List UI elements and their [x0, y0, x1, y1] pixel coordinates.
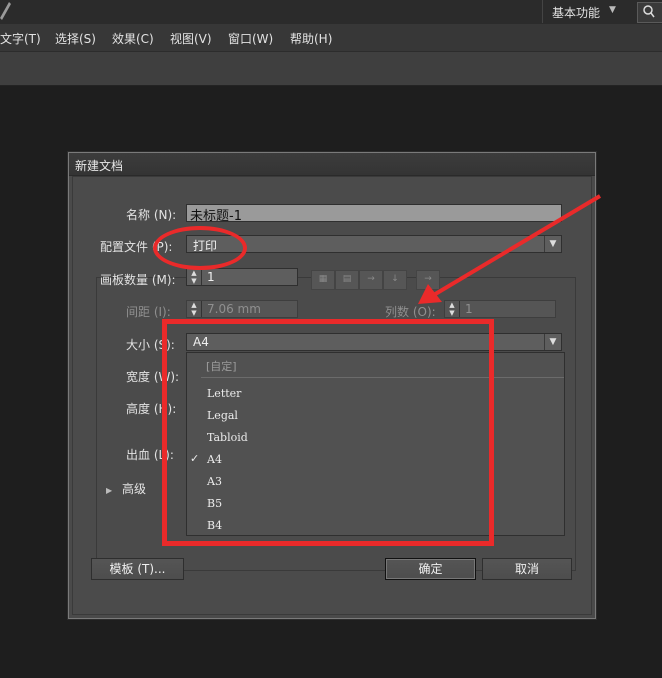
annotation-ellipse: [153, 226, 247, 270]
spacing-label: 间距 (I):: [126, 305, 171, 319]
artboards-label: 画板数量 (M):: [100, 273, 176, 287]
artboards-value: 1: [207, 270, 215, 284]
menu-type[interactable]: 文字(T): [0, 30, 41, 47]
application-titlebar: 基本功能 ▼: [0, 0, 662, 24]
spacing-value: 7.06 mm: [207, 302, 261, 316]
columns-value: 1: [465, 302, 473, 316]
stepper-arrows-icon[interactable]: ▲ ▼: [445, 301, 460, 317]
menu-view[interactable]: 视图(V): [170, 30, 212, 47]
stepper-arrows-icon[interactable]: ▲ ▼: [187, 269, 202, 285]
cancel-button[interactable]: 取消: [482, 558, 572, 580]
control-bar: [0, 52, 662, 86]
app-feather-icon: [0, 2, 11, 20]
menu-window[interactable]: 窗口(W): [228, 30, 273, 47]
menu-bar: 文字(T) 选择(S) 效果(C) 视图(V) 窗口(W) 帮助(H): [0, 24, 662, 52]
search-icon: [643, 5, 655, 18]
spacing-stepper[interactable]: ▲ ▼ 7.06 mm: [186, 300, 298, 318]
arrange-by-column-icon[interactable]: ↓: [383, 270, 407, 290]
ok-button[interactable]: 确定: [385, 558, 476, 580]
menu-effect[interactable]: 效果(C): [112, 30, 154, 47]
dropdown-arrow-icon: ▼: [544, 334, 561, 350]
columns-stepper[interactable]: ▲ ▼ 1: [444, 300, 556, 318]
name-label: 名称 (N):: [126, 208, 177, 222]
advanced-label: 高级: [121, 482, 146, 496]
menu-help[interactable]: 帮助(H): [290, 30, 332, 47]
artboards-stepper[interactable]: ▲ ▼ 1: [186, 268, 298, 286]
grid-by-column-icon[interactable]: ▤: [335, 270, 359, 290]
dialog-titlebar[interactable]: 新建文档: [69, 153, 595, 176]
dialog-title: 新建文档: [75, 159, 124, 173]
layout-direction-icon[interactable]: →: [416, 270, 440, 290]
menu-select[interactable]: 选择(S): [55, 30, 96, 47]
template-button[interactable]: 模板 (T)...: [91, 558, 184, 580]
workspace-switcher[interactable]: 基本功能 ▼: [542, 0, 635, 23]
workspace-label: 基本功能: [552, 6, 601, 20]
dropdown-arrow-icon: ▼: [544, 236, 561, 252]
arrange-by-row-icon[interactable]: →: [359, 270, 383, 290]
columns-label: 列数 (O):: [385, 305, 436, 319]
disclosure-triangle-icon: ▶: [106, 486, 113, 495]
annotation-rectangle: [162, 319, 494, 546]
advanced-toggle[interactable]: ▶ 高级: [106, 480, 146, 497]
name-input[interactable]: 未标题-1: [186, 204, 562, 224]
search-button[interactable]: [637, 2, 662, 23]
stepper-arrows-icon[interactable]: ▲ ▼: [187, 301, 202, 317]
chevron-down-icon: ▼: [609, 5, 616, 15]
grid-by-row-icon[interactable]: ▦: [311, 270, 335, 290]
